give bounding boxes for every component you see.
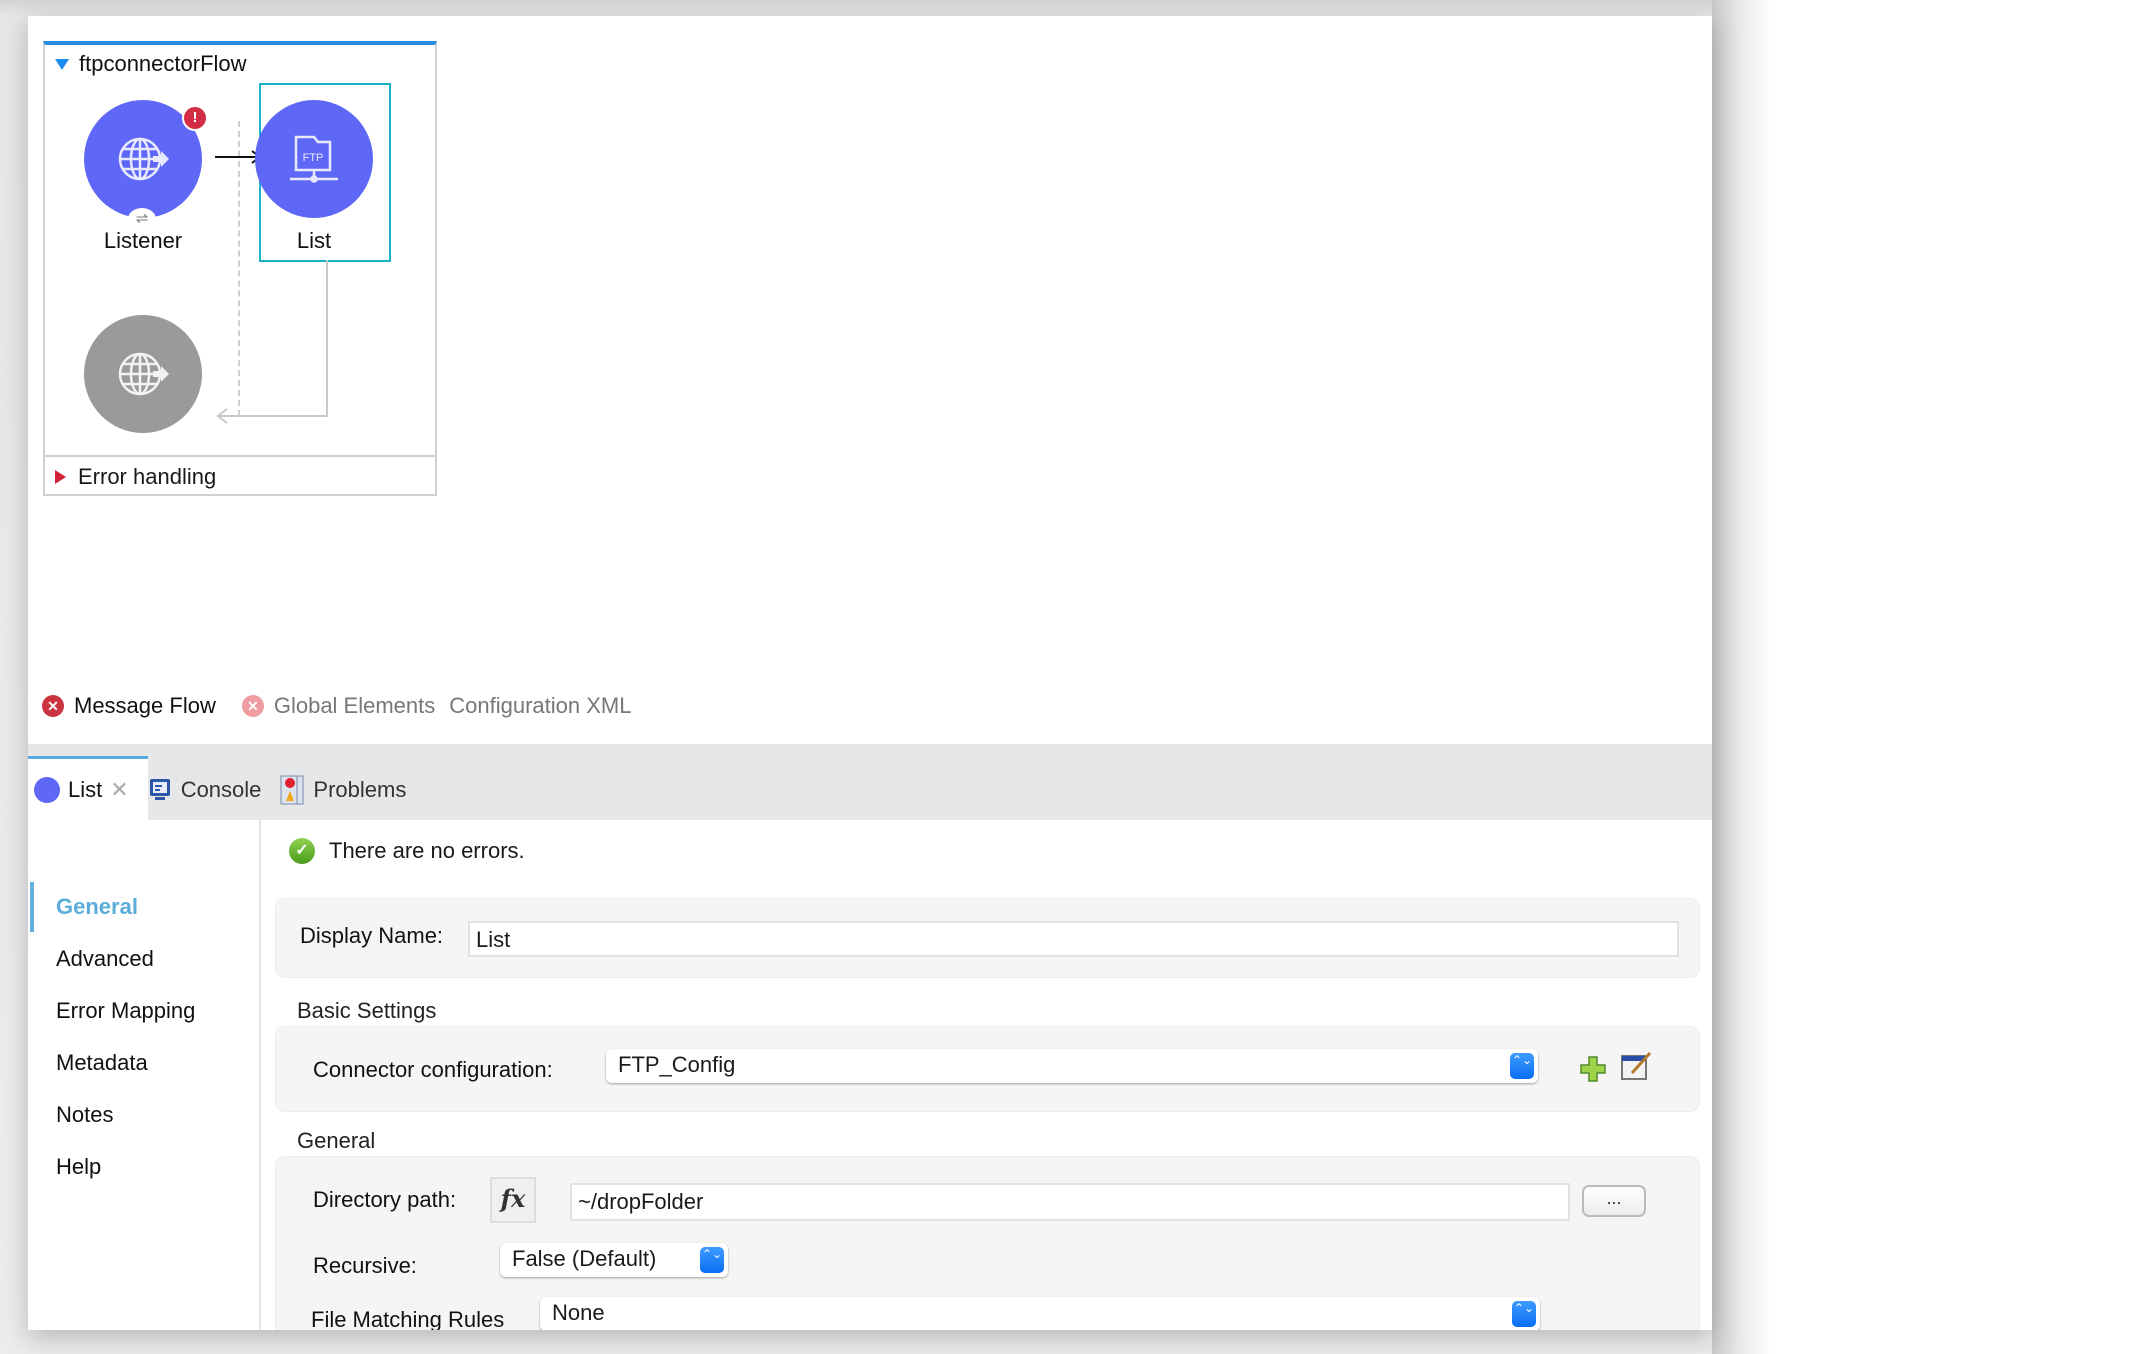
listener-label: Listener (103, 228, 183, 253)
tab-problems[interactable]: Problems (279, 775, 406, 805)
tab-label: Problems (313, 777, 407, 802)
collapse-triangle-icon[interactable] (55, 58, 69, 70)
close-icon[interactable]: ✕ (110, 777, 128, 803)
nav-advanced[interactable]: Advanced (56, 946, 154, 972)
error-icon: ✕ (42, 695, 64, 717)
globe-arrow-icon (118, 352, 169, 396)
svg-text:FTP: FTP (303, 152, 324, 164)
flow-container[interactable]: ftpconnectorFlow ! ⇌ Listener FTP List E… (43, 41, 437, 496)
recursive-label: Recursive: (313, 1253, 417, 1278)
select-value: None (552, 1300, 605, 1325)
browse-button[interactable]: ... (1582, 1185, 1646, 1217)
ftp-list-icon (34, 777, 60, 803)
tab-list[interactable]: List ✕ (34, 777, 129, 803)
tab-label: List (68, 777, 103, 802)
ftp-folder-icon: FTP (290, 135, 338, 183)
validation-status: ✓ There are no errors. (289, 838, 525, 864)
select-value: FTP_Config (618, 1052, 736, 1077)
connector-config-label: Connector configuration: (313, 1057, 553, 1082)
tab-global-elements[interactable]: ✕ Global Elements (241, 693, 436, 719)
tab-label: Configuration XML (449, 693, 632, 718)
tab-message-flow[interactable]: ✕ Message Flow (42, 693, 216, 719)
expand-triangle-icon[interactable] (55, 469, 66, 484)
dropdown-stepper-icon: ⌃⌄ (1510, 1053, 1534, 1079)
nav-error-mapping[interactable]: Error Mapping (56, 998, 195, 1024)
dropdown-stepper-icon: ⌃⌄ (700, 1247, 724, 1273)
tab-console[interactable]: Console (147, 777, 262, 803)
check-icon: ✓ (289, 838, 315, 864)
nav-help[interactable]: Help (56, 1154, 101, 1180)
properties-nav: General Advanced Error Mapping Metadata … (28, 820, 261, 1330)
list-label: List (296, 228, 332, 253)
error-handling-label: Error handling (78, 463, 217, 489)
flow-header[interactable]: ftpconnectorFlow (55, 51, 247, 77)
error-handling-section[interactable]: Error handling (45, 455, 435, 496)
dropdown-stepper-icon: ⌃⌄ (1512, 1301, 1536, 1327)
general-group: Directory path: fx ~/dropFolder ... Recu… (275, 1156, 1700, 1330)
editor-tab-bar: ✕ Message Flow ✕ Global Elements Configu… (28, 688, 631, 724)
recursive-select[interactable]: False (Default) ⌃⌄ (500, 1243, 728, 1277)
display-name-group: Display Name: List (275, 898, 1700, 978)
basic-settings-heading: Basic Settings (297, 998, 437, 1023)
file-matching-label: File Matching Rules (311, 1307, 505, 1330)
fx-toggle-button[interactable]: fx (490, 1177, 536, 1223)
general-heading: General (297, 1128, 376, 1153)
tab-label: Message Flow (74, 693, 216, 718)
error-icon: ✕ (241, 695, 264, 717)
directory-path-input[interactable]: ~/dropFolder (570, 1183, 1570, 1221)
edit-config-icon[interactable] (1620, 1051, 1652, 1081)
sync-icon: ⇌ (128, 208, 156, 230)
problems-icon (280, 775, 304, 805)
console-icon (149, 779, 170, 800)
active-nav-indicator (30, 882, 34, 932)
connector-config-select[interactable]: FTP_Config ⌃⌄ (606, 1049, 1538, 1083)
tab-label: Console (180, 777, 262, 802)
nav-metadata[interactable]: Metadata (56, 1050, 148, 1076)
properties-content: ✓ There are no errors. Display Name: Lis… (261, 820, 1712, 1330)
add-config-icon[interactable] (1579, 1055, 1607, 1083)
status-text: There are no errors. (329, 838, 525, 863)
studio-window: ftpconnectorFlow ! ⇌ Listener FTP List E… (28, 16, 1712, 1330)
globe-arrow-icon (118, 137, 169, 181)
tab-label: Global Elements (273, 693, 436, 718)
nav-general[interactable]: General (56, 894, 138, 920)
ftp-list-node[interactable]: FTP (255, 100, 373, 218)
window-shadow (1712, 0, 1772, 1354)
flow-name: ftpconnectorFlow (79, 51, 247, 76)
return-arrow (216, 260, 328, 424)
display-name-label: Display Name: (300, 923, 444, 948)
error-badge-icon[interactable]: ! (182, 105, 208, 131)
response-node[interactable] (84, 315, 202, 433)
basic-settings-group: Connector configuration: FTP_Config ⌃⌄ (275, 1026, 1700, 1112)
nav-notes[interactable]: Notes (56, 1102, 113, 1128)
display-name-input[interactable]: List (468, 921, 1679, 957)
select-value: False (Default) (512, 1246, 657, 1271)
directory-path-label: Directory path: (313, 1187, 457, 1212)
file-matching-select[interactable]: None ⌃⌄ (540, 1297, 1540, 1330)
tab-configuration-xml[interactable]: Configuration XML (449, 693, 631, 719)
